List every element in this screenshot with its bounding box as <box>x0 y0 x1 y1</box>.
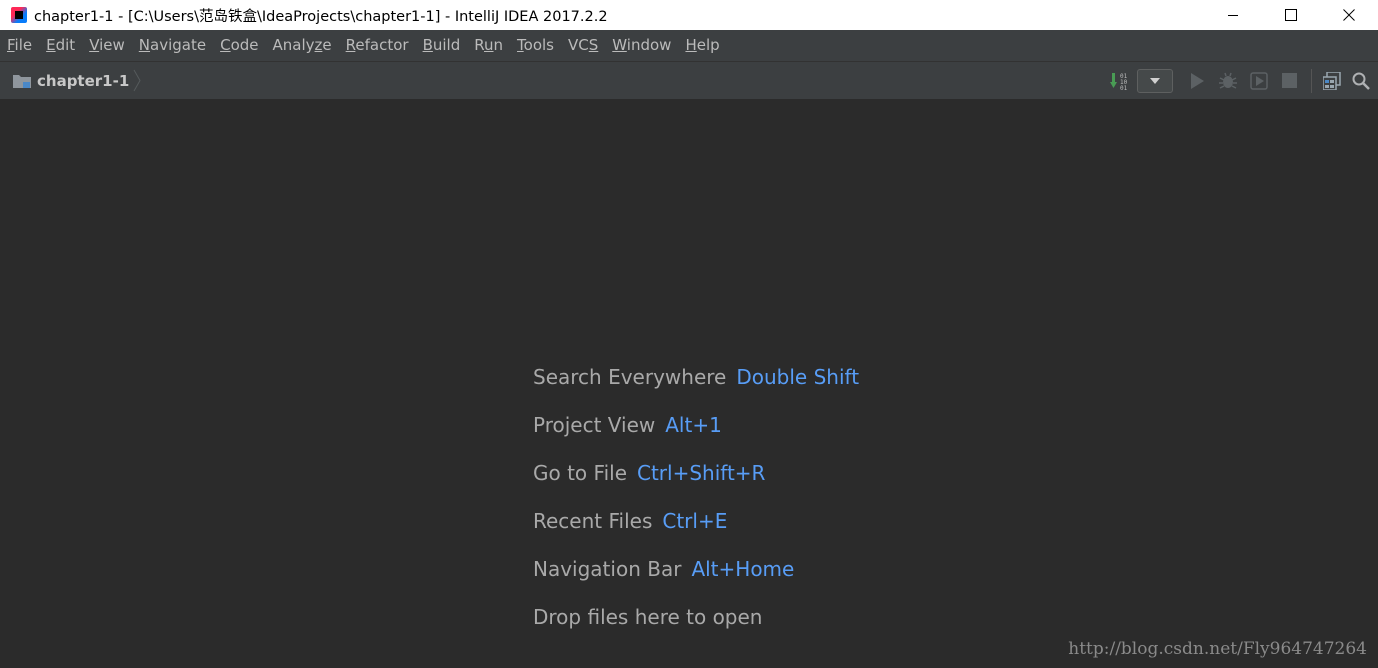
intellij-idea-icon <box>11 7 27 23</box>
menu-run[interactable]: Run <box>467 30 510 61</box>
menu-vcs[interactable]: VCS <box>561 30 605 61</box>
menu-build[interactable]: Build <box>416 30 468 61</box>
hint-label: Navigation Bar <box>533 557 682 581</box>
run-icon <box>1190 72 1204 89</box>
menu-bar: File Edit View Navigate Code Analyze Ref… <box>0 30 1378 62</box>
run-config-dropdown[interactable] <box>1137 68 1173 93</box>
menu-window[interactable]: Window <box>605 30 678 61</box>
window-title-bar: chapter1-1 - [C:\Users\范岛铁盒\IdeaProjects… <box>0 0 1378 30</box>
coverage-button[interactable] <box>1243 69 1274 93</box>
minimize-button[interactable] <box>1204 0 1262 30</box>
hint-drop-files: Drop files here to open <box>533 602 859 650</box>
hint-label: Recent Files <box>533 509 653 533</box>
menu-help[interactable]: Help <box>678 30 726 61</box>
build-icon: 01 10 01 <box>1110 72 1128 91</box>
menu-tools[interactable]: Tools <box>510 30 561 61</box>
project-structure-button[interactable] <box>1318 69 1346 93</box>
menu-refactor[interactable]: Refactor <box>339 30 416 61</box>
maximize-button[interactable] <box>1262 0 1320 30</box>
navigation-bar: chapter1-1 01 10 01 <box>0 62 1378 100</box>
window-title: chapter1-1 - [C:\Users\范岛铁盒\IdeaProjects… <box>34 8 608 25</box>
close-icon <box>1343 9 1355 21</box>
hint-shortcut: Double Shift <box>736 365 860 389</box>
stop-icon <box>1282 73 1297 88</box>
menu-navigate[interactable]: Navigate <box>132 30 213 61</box>
empty-editor-hints: Search Everywhere Double Shift Project Vi… <box>533 362 859 650</box>
window-controls <box>1204 0 1378 30</box>
coverage-icon <box>1249 71 1268 90</box>
project-structure-icon <box>1323 71 1341 90</box>
hint-navigation-bar: Navigation Bar Alt+Home <box>533 554 859 602</box>
hint-label: Go to File <box>533 461 627 485</box>
stop-button[interactable] <box>1274 69 1305 93</box>
build-button[interactable]: 01 10 01 <box>1109 70 1131 92</box>
minimize-icon <box>1228 15 1238 16</box>
maximize-icon <box>1285 9 1297 21</box>
project-name: chapter1-1 <box>37 71 130 90</box>
svg-text:01: 01 <box>1120 85 1128 91</box>
hint-recent-files: Recent Files Ctrl+E <box>533 506 859 554</box>
hint-label: Drop files here to open <box>533 605 763 629</box>
hint-project-view: Project View Alt+1 <box>533 410 859 458</box>
folder-icon <box>13 74 31 88</box>
menu-file[interactable]: File <box>0 30 39 61</box>
toolbar: 01 10 01 <box>1109 62 1378 99</box>
hint-label: Project View <box>533 413 656 437</box>
search-icon <box>1352 72 1370 90</box>
hint-go-to-file: Go to File Ctrl+Shift+R <box>533 458 859 506</box>
run-button[interactable] <box>1181 69 1212 93</box>
debug-icon <box>1218 72 1237 89</box>
toolbar-separator <box>1311 68 1312 93</box>
watermark: http://blog.csdn.net/Fly964747264 <box>1068 639 1367 659</box>
close-button[interactable] <box>1320 0 1378 30</box>
hint-shortcut: Alt+Home <box>691 557 795 581</box>
hint-search-everywhere: Search Everywhere Double Shift <box>533 362 859 410</box>
menu-view[interactable]: View <box>82 30 132 61</box>
hint-shortcut: Ctrl+E <box>662 509 728 533</box>
menu-edit[interactable]: Edit <box>39 30 82 61</box>
menu-code[interactable]: Code <box>213 30 265 61</box>
hint-shortcut: Alt+1 <box>665 413 722 437</box>
run-config-dropdown-icon <box>1150 77 1160 84</box>
search-button[interactable] <box>1346 69 1376 93</box>
editor-empty-area[interactable]: Search Everywhere Double Shift Project Vi… <box>0 100 1378 668</box>
breadcrumb[interactable]: chapter1-1 <box>12 62 142 99</box>
hint-shortcut: Ctrl+Shift+R <box>637 461 766 485</box>
chevron-right-icon <box>133 69 141 92</box>
hint-label: Search Everywhere <box>533 365 727 389</box>
debug-button[interactable] <box>1212 69 1243 93</box>
menu-analyze[interactable]: Analyze <box>266 30 339 61</box>
